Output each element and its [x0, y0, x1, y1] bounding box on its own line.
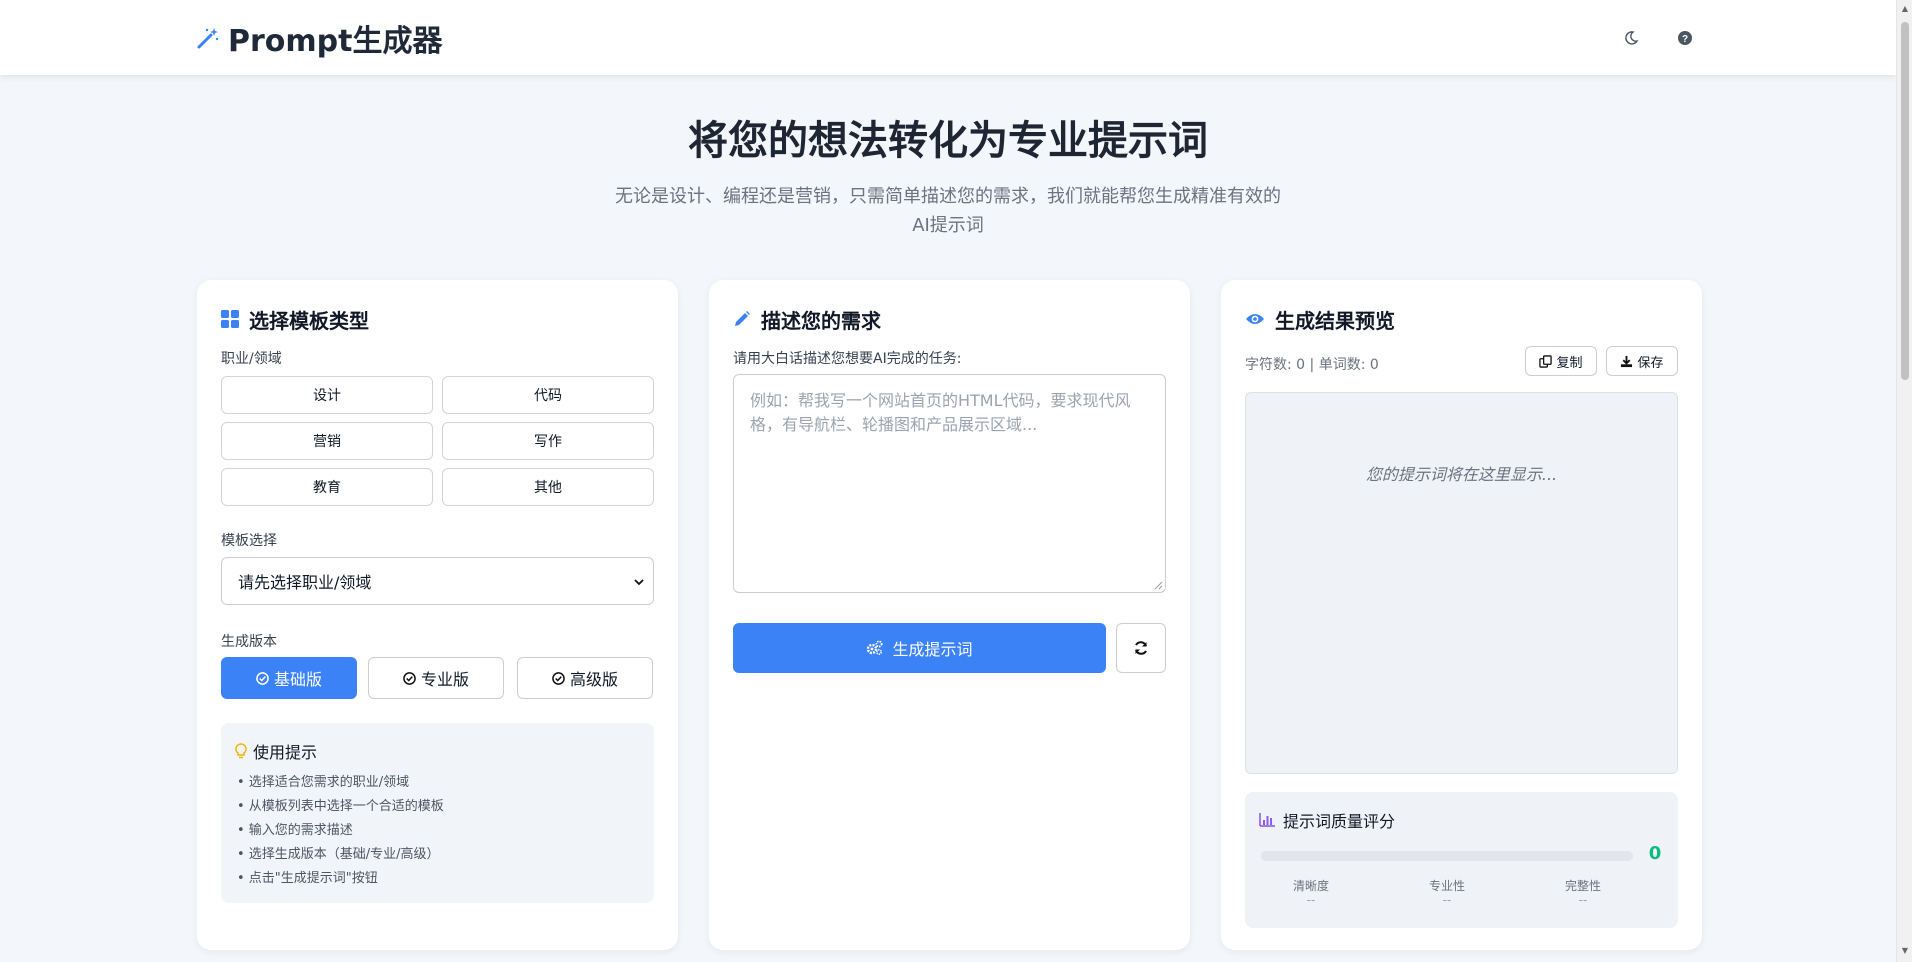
version-basic-button[interactable]: 基础版	[221, 657, 357, 699]
usage-tips-header: 使用提示	[235, 739, 317, 763]
result-card: 生成结果预览 字符数: 0 | 单词数: 0 复制 保存 您的提示词将在这里显示…	[1221, 280, 1702, 950]
metric-name: 专业性	[1428, 879, 1465, 893]
tip-item: • 选择生成版本（基础/专业/高级）	[237, 847, 440, 862]
save-button[interactable]: 保存	[1606, 346, 1678, 376]
describe-card-title: 描述您的需求	[733, 304, 881, 334]
eye-icon	[1246, 314, 1264, 324]
lightbulb-icon	[235, 743, 247, 759]
scroll-thumb[interactable]	[1901, 22, 1909, 380]
usage-tips: 使用提示 • 选择适合您需求的职业/领域 • 从模板列表中选择一个合适的模板 •…	[221, 723, 654, 903]
quality-score: 0	[1648, 843, 1662, 864]
template-card: 选择模板类型 职业/领域 设计 代码 营销 写作 教育 其他 模板选择 请先选择…	[197, 280, 678, 950]
version-pro-button[interactable]: 专业版	[368, 657, 504, 699]
grid-icon	[221, 310, 239, 328]
generate-button[interactable]: 生成提示词	[733, 623, 1106, 673]
hero-subtitle: 无论是设计、编程还是营销，只需简单描述您的需求，我们就能帮您生成精准有效的 AI…	[608, 182, 1288, 240]
metric-professionalism: 专业性 --	[1397, 878, 1497, 906]
theme-toggle-button[interactable]	[1619, 26, 1643, 50]
domain-chip-code[interactable]: 代码	[442, 376, 654, 414]
resize-handle-icon[interactable]	[1153, 580, 1163, 590]
domain-chip-marketing[interactable]: 营销	[221, 422, 433, 460]
scroll-up-icon[interactable]: ▲	[1900, 4, 1910, 14]
template-select-value: 请先选择职业/领域	[238, 573, 372, 592]
metric-value: --	[1578, 893, 1588, 907]
tip-item: • 输入您的需求描述	[237, 823, 353, 838]
svg-text:?: ?	[1682, 34, 1688, 45]
brand[interactable]: Prompt生成器	[196, 18, 443, 59]
version-pro-label: 专业版	[420, 670, 469, 689]
metric-completeness: 完整性 --	[1533, 878, 1633, 906]
tip-item: • 选择适合您需求的职业/领域	[237, 775, 410, 790]
metric-value: --	[1306, 893, 1316, 907]
template-select[interactable]: 请先选择职业/领域	[221, 557, 654, 605]
copy-button[interactable]: 复制	[1525, 346, 1597, 376]
magic-wand-icon	[197, 28, 219, 49]
hero-title: 将您的想法转化为专业提示词	[688, 118, 1208, 164]
template-label: 模板选择	[221, 533, 277, 549]
version-basic-label: 基础版	[273, 670, 322, 689]
quality-title: 提示词质量评分	[1283, 812, 1396, 831]
hero-subtitle-line1: 无论是设计、编程还是营销，只需简单描述您的需求，我们就能帮您生成精准有效的	[615, 186, 1281, 207]
copy-button-label: 复制	[1556, 355, 1583, 371]
describe-card-title-text: 描述您的需求	[761, 308, 881, 333]
help-button[interactable]: ?	[1673, 26, 1697, 50]
word-count: 字符数: 0 | 单词数: 0	[1245, 357, 1379, 373]
template-card-title-text: 选择模板类型	[249, 308, 369, 333]
top-navbar: Prompt生成器 ?	[0, 0, 1896, 75]
quality-progress-bar	[1261, 851, 1633, 861]
quality-header: 提示词质量评分	[1259, 808, 1395, 832]
refresh-icon	[1135, 641, 1147, 655]
template-card-title: 选择模板类型	[221, 304, 369, 334]
domain-label: 职业/领域	[221, 351, 282, 367]
domain-chip-education[interactable]: 教育	[221, 468, 433, 506]
generate-button-label: 生成提示词	[892, 640, 973, 659]
description-textarea[interactable]: 例如：帮我写一个网站首页的HTML代码，要求现代风格，有导航栏、轮播图和产品展示…	[733, 374, 1166, 593]
prompt-preview[interactable]: 您的提示词将在这里显示...	[1245, 392, 1678, 774]
version-advanced-button[interactable]: 高级版	[517, 657, 653, 699]
describe-card: 描述您的需求 请用大白话描述您想要AI完成的任务: 例如：帮我写一个网站首页的H…	[709, 280, 1190, 950]
metric-name: 清晰度	[1292, 879, 1329, 893]
tip-item: • 从模板列表中选择一个合适的模板	[237, 799, 444, 814]
preview-placeholder: 您的提示词将在这里显示...	[1365, 465, 1558, 484]
moon-icon	[1625, 31, 1639, 45]
metric-value: --	[1442, 893, 1452, 907]
result-card-title-text: 生成结果预览	[1275, 308, 1395, 333]
domain-chip-writing[interactable]: 写作	[442, 422, 654, 460]
usage-tips-list: • 选择适合您需求的职业/领域 • 从模板列表中选择一个合适的模板 • 输入您的…	[237, 771, 444, 891]
result-card-title: 生成结果预览	[1245, 304, 1395, 334]
copy-icon	[1539, 354, 1553, 368]
save-button-label: 保存	[1637, 355, 1664, 371]
domain-chip-design[interactable]: 设计	[221, 376, 433, 414]
pencil-icon	[735, 311, 750, 326]
hero-subtitle-line2: AI提示词	[912, 215, 984, 236]
cogs-icon	[867, 640, 883, 656]
bar-chart-icon	[1259, 813, 1275, 827]
chevron-down-icon	[634, 579, 644, 586]
description-label: 请用大白话描述您想要AI完成的任务:	[733, 351, 962, 367]
metric-name: 完整性	[1564, 879, 1601, 893]
domain-chip-other[interactable]: 其他	[442, 468, 654, 506]
usage-tips-title: 使用提示	[253, 743, 318, 762]
tip-item: • 点击"生成提示词"按钮	[237, 871, 378, 886]
quality-score-panel: 提示词质量评分 0 清晰度 -- 专业性 -- 完整性 --	[1245, 792, 1678, 928]
metric-clarity: 清晰度 --	[1261, 878, 1361, 906]
description-placeholder: 例如：帮我写一个网站首页的HTML代码，要求现代风格，有导航栏、轮播图和产品展示…	[750, 391, 1131, 434]
version-advanced-label: 高级版	[569, 670, 618, 689]
check-circle-icon	[552, 671, 565, 685]
check-circle-icon	[256, 671, 269, 685]
download-icon	[1621, 355, 1633, 367]
version-label: 生成版本	[221, 634, 277, 650]
reset-button[interactable]	[1116, 623, 1166, 673]
app-title: Prompt生成器	[228, 24, 443, 59]
scroll-down-icon[interactable]: ▼	[1900, 946, 1910, 956]
check-circle-icon	[403, 671, 416, 685]
page-scrollbar[interactable]: ▲ ▼	[1896, 0, 1912, 962]
question-circle-icon: ?	[1678, 31, 1692, 45]
